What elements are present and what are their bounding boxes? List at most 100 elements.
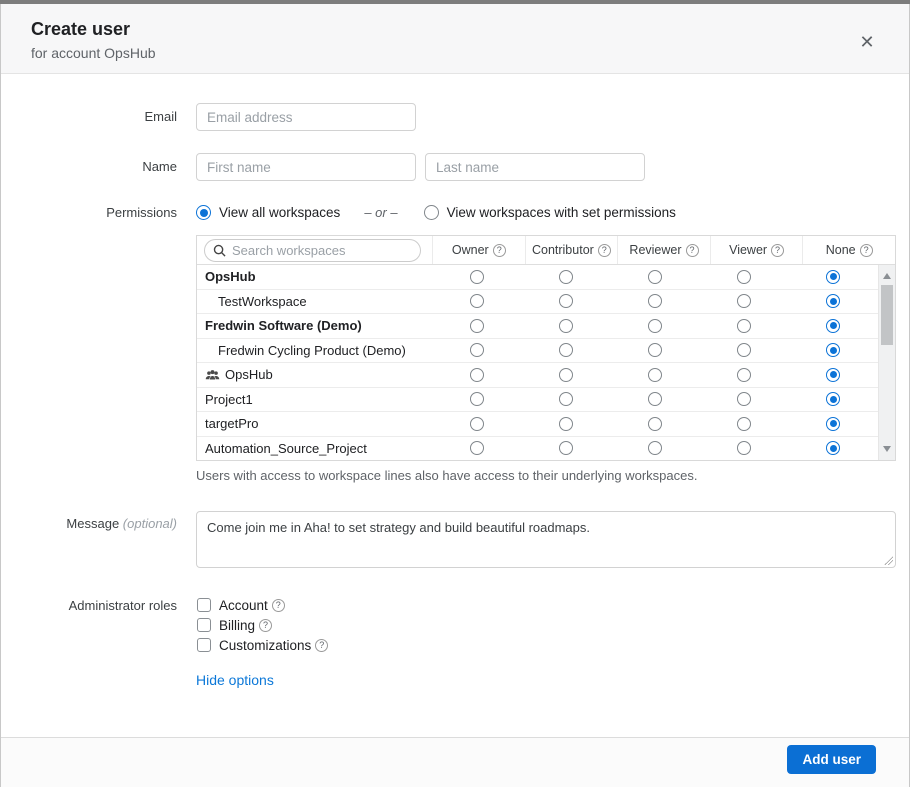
message-field[interactable]: Come join me in Aha! to set strategy and… bbox=[196, 511, 896, 568]
reviewer-radio[interactable] bbox=[648, 417, 662, 431]
viewer-radio[interactable] bbox=[737, 270, 751, 284]
table-header: Owner ? Contributor ? Reviewer ? Viewer … bbox=[197, 236, 895, 265]
contributor-radio[interactable] bbox=[559, 343, 573, 357]
help-icon[interactable]: ? bbox=[315, 639, 328, 652]
workspace-search[interactable] bbox=[204, 239, 421, 262]
modal-footer: Add user bbox=[1, 737, 909, 787]
table-row: Project1 bbox=[197, 387, 895, 412]
column-header-owner: Owner ? bbox=[432, 236, 525, 264]
or-separator: – or – bbox=[364, 205, 397, 220]
scrollbar-thumb[interactable] bbox=[881, 285, 893, 345]
help-icon[interactable]: ? bbox=[272, 599, 285, 612]
reviewer-radio[interactable] bbox=[648, 441, 662, 455]
table-search-cell bbox=[197, 236, 432, 264]
account-checkbox[interactable] bbox=[197, 598, 211, 612]
owner-radio[interactable] bbox=[470, 270, 484, 284]
admin-role-account: Account ? bbox=[197, 595, 328, 615]
admin-role-customizations: Customizations ? bbox=[197, 635, 328, 655]
none-radio[interactable] bbox=[826, 417, 840, 431]
view-set-permissions-label: View workspaces with set permissions bbox=[447, 205, 676, 220]
workspace-name: targetPro bbox=[205, 416, 258, 431]
none-radio[interactable] bbox=[826, 319, 840, 333]
table-row: TestWorkspace bbox=[197, 289, 895, 314]
help-icon[interactable]: ? bbox=[860, 244, 873, 257]
modal: Create user for account OpsHub ✕ Email N… bbox=[0, 4, 910, 787]
contributor-radio[interactable] bbox=[559, 294, 573, 308]
none-radio[interactable] bbox=[826, 270, 840, 284]
table-scrollbar[interactable] bbox=[878, 265, 895, 460]
owner-radio[interactable] bbox=[470, 294, 484, 308]
workspace-name: TestWorkspace bbox=[218, 294, 307, 309]
page-subtitle: for account OpsHub bbox=[31, 45, 879, 61]
admin-roles-list: Account ? Billing ? Customizations ? bbox=[197, 595, 328, 655]
none-radio[interactable] bbox=[826, 294, 840, 308]
search-input[interactable] bbox=[232, 243, 402, 258]
last-name-field[interactable] bbox=[425, 153, 645, 181]
contributor-radio[interactable] bbox=[559, 270, 573, 284]
reviewer-radio[interactable] bbox=[648, 392, 662, 406]
viewer-radio[interactable] bbox=[737, 343, 751, 357]
owner-radio[interactable] bbox=[470, 368, 484, 382]
contributor-radio[interactable] bbox=[559, 319, 573, 333]
contributor-radio[interactable] bbox=[559, 417, 573, 431]
owner-radio[interactable] bbox=[470, 343, 484, 357]
none-radio[interactable] bbox=[826, 368, 840, 382]
viewer-radio[interactable] bbox=[737, 294, 751, 308]
help-icon[interactable]: ? bbox=[493, 244, 506, 257]
contributor-radio[interactable] bbox=[559, 441, 573, 455]
resize-grip-icon[interactable] bbox=[884, 556, 893, 565]
page-title: Create user bbox=[31, 19, 879, 40]
help-icon[interactable]: ? bbox=[686, 244, 699, 257]
reviewer-radio[interactable] bbox=[648, 270, 662, 284]
scroll-up-icon[interactable] bbox=[883, 273, 891, 279]
add-user-button[interactable]: Add user bbox=[787, 745, 876, 774]
contributor-radio[interactable] bbox=[559, 368, 573, 382]
view-all-workspaces-label: View all workspaces bbox=[219, 205, 340, 220]
workspace-permissions-table: Owner ? Contributor ? Reviewer ? Viewer … bbox=[196, 235, 896, 461]
owner-radio[interactable] bbox=[470, 319, 484, 333]
owner-radio[interactable] bbox=[470, 392, 484, 406]
viewer-radio[interactable] bbox=[737, 392, 751, 406]
owner-radio[interactable] bbox=[470, 417, 484, 431]
close-icon[interactable]: ✕ bbox=[855, 30, 879, 54]
column-header-contributor: Contributor ? bbox=[525, 236, 618, 264]
table-row: OpsHub bbox=[197, 265, 895, 289]
owner-radio[interactable] bbox=[470, 441, 484, 455]
message-label: Message (optional) bbox=[1, 516, 177, 531]
none-radio[interactable] bbox=[826, 343, 840, 357]
help-icon[interactable]: ? bbox=[259, 619, 272, 632]
admin-role-billing: Billing ? bbox=[197, 615, 328, 635]
admin-roles-label: Administrator roles bbox=[1, 598, 177, 613]
reviewer-radio[interactable] bbox=[648, 294, 662, 308]
email-field[interactable] bbox=[196, 103, 416, 131]
permissions-options: View all workspaces – or – View workspac… bbox=[196, 205, 676, 220]
contributor-radio[interactable] bbox=[559, 392, 573, 406]
none-radio[interactable] bbox=[826, 392, 840, 406]
column-header-viewer: Viewer ? bbox=[710, 236, 803, 264]
help-icon[interactable]: ? bbox=[598, 244, 611, 257]
table-row: targetPro bbox=[197, 411, 895, 436]
reviewer-radio[interactable] bbox=[648, 343, 662, 357]
hide-options-link[interactable]: Hide options bbox=[196, 672, 274, 688]
none-radio[interactable] bbox=[826, 441, 840, 455]
viewer-radio[interactable] bbox=[737, 368, 751, 382]
help-icon[interactable]: ? bbox=[771, 244, 784, 257]
viewer-radio[interactable] bbox=[737, 319, 751, 333]
view-all-workspaces-radio[interactable] bbox=[196, 205, 211, 220]
message-field-wrap: Come join me in Aha! to set strategy and… bbox=[196, 511, 896, 568]
workspace-name: Project1 bbox=[205, 392, 253, 407]
viewer-radio[interactable] bbox=[737, 417, 751, 431]
first-name-field[interactable] bbox=[196, 153, 416, 181]
billing-checkbox[interactable] bbox=[197, 618, 211, 632]
permissions-label: Permissions bbox=[1, 205, 177, 221]
view-set-permissions-radio[interactable] bbox=[424, 205, 439, 220]
workspace-helper-text: Users with access to workspace lines als… bbox=[196, 468, 697, 483]
reviewer-radio[interactable] bbox=[648, 319, 662, 333]
workspace-name: Fredwin Cycling Product (Demo) bbox=[218, 343, 406, 358]
workspace-name: Automation_Source_Project bbox=[205, 441, 367, 456]
customizations-checkbox[interactable] bbox=[197, 638, 211, 652]
column-header-reviewer: Reviewer ? bbox=[617, 236, 710, 264]
viewer-radio[interactable] bbox=[737, 441, 751, 455]
scroll-down-icon[interactable] bbox=[883, 446, 891, 452]
reviewer-radio[interactable] bbox=[648, 368, 662, 382]
